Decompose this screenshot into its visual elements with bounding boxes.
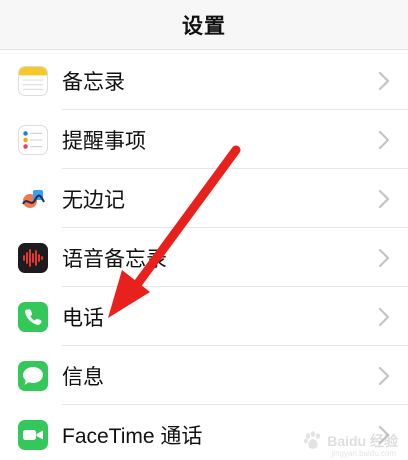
row-label: 备忘录 <box>62 70 125 94</box>
chevron-right-icon <box>378 248 390 267</box>
messages-icon <box>18 360 48 391</box>
page-title: 设置 <box>182 14 226 38</box>
row-label: 语音备忘录 <box>62 247 167 271</box>
baidu-watermark: Baidu 经验 jingyan.baidu.com <box>302 430 398 458</box>
chevron-right-icon <box>378 366 390 385</box>
settings-row-voice-memos[interactable]: 语音备忘录 <box>0 228 408 287</box>
row-label: 无边记 <box>62 188 125 212</box>
chevron-right-icon <box>378 130 390 149</box>
row-label: FaceTime 通话 <box>62 424 203 448</box>
phone-icon <box>18 301 48 332</box>
settings-row-notes[interactable]: 备忘录 <box>0 51 408 110</box>
freeform-icon <box>18 183 48 214</box>
settings-list: 备忘录 提醒事项 无边记 语音备忘录 电话 信息 FaceTime 通话 <box>0 51 408 460</box>
chevron-right-icon <box>378 307 390 326</box>
settings-row-phone[interactable]: 电话 <box>0 287 408 346</box>
row-label: 电话 <box>62 306 104 330</box>
notes-icon <box>18 65 48 96</box>
watermark-text: Baidu 经验 <box>327 433 398 449</box>
facetime-icon <box>18 419 48 450</box>
settings-row-reminders[interactable]: 提醒事项 <box>0 110 408 169</box>
reminders-icon <box>18 124 48 155</box>
voice-memos-icon <box>18 242 48 273</box>
settings-row-freeform[interactable]: 无边记 <box>0 169 408 228</box>
row-label: 信息 <box>62 365 104 389</box>
chevron-right-icon <box>378 189 390 208</box>
watermark-url: jingyan.baidu.com <box>331 449 396 458</box>
paw-logo-icon <box>304 431 321 449</box>
row-label: 提醒事项 <box>62 129 146 153</box>
chevron-right-icon <box>378 71 390 90</box>
settings-row-messages[interactable]: 信息 <box>0 346 408 405</box>
navigation-bar: 设置 <box>0 0 408 50</box>
